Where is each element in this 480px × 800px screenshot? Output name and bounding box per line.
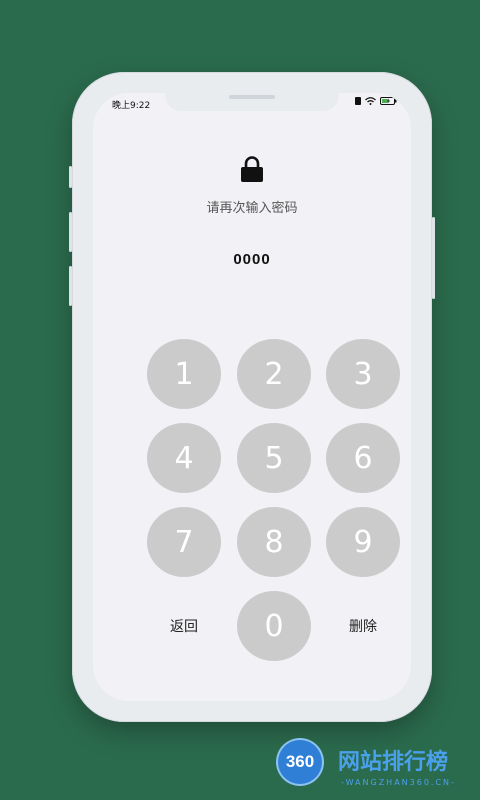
wifi-icon bbox=[365, 97, 376, 105]
phone-side-button bbox=[69, 166, 72, 188]
back-button[interactable]: 返回 bbox=[147, 591, 221, 661]
key-0[interactable]: 0 bbox=[237, 591, 311, 661]
phone-screen: 晚上9:22 请再次输入密码 0000 1 2 3 4 5 6 7 8 9 返回… bbox=[93, 93, 411, 701]
key-9[interactable]: 9 bbox=[326, 507, 400, 577]
notch bbox=[165, 93, 339, 111]
entered-code: 0000 bbox=[233, 251, 271, 268]
watermark-subtitle: -WANGZHAN360.CN- bbox=[341, 778, 456, 787]
key-6[interactable]: 6 bbox=[326, 423, 400, 493]
key-5[interactable]: 5 bbox=[237, 423, 311, 493]
status-icons bbox=[355, 97, 397, 105]
speaker bbox=[229, 95, 275, 99]
signal-icon bbox=[355, 97, 361, 105]
status-time: 晚上9:22 bbox=[112, 101, 151, 111]
watermark-logo: 360 bbox=[278, 740, 322, 784]
key-3[interactable]: 3 bbox=[326, 339, 400, 409]
delete-button[interactable]: 删除 bbox=[326, 591, 400, 661]
key-8[interactable]: 8 bbox=[237, 507, 311, 577]
phone-volume-up bbox=[69, 212, 72, 252]
password-prompt: 请再次输入密码 bbox=[206, 201, 298, 216]
key-2[interactable]: 2 bbox=[237, 339, 311, 409]
phone-power-button bbox=[432, 217, 435, 299]
lock-icon bbox=[241, 156, 263, 182]
watermark-title: 网站排行榜 bbox=[338, 750, 449, 775]
phone-volume-down bbox=[69, 266, 72, 306]
key-7[interactable]: 7 bbox=[147, 507, 221, 577]
key-1[interactable]: 1 bbox=[147, 339, 221, 409]
battery-charging-icon bbox=[380, 97, 397, 105]
key-4[interactable]: 4 bbox=[147, 423, 221, 493]
phone-mockup: 晚上9:22 请再次输入密码 0000 1 2 3 4 5 6 7 8 9 返回… bbox=[69, 72, 435, 722]
